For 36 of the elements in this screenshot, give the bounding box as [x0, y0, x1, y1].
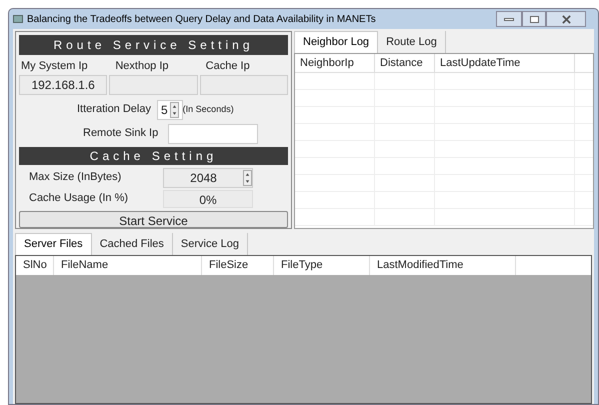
close-button[interactable] [546, 11, 586, 27]
field-label: Itteration Delay [77, 102, 151, 118]
tab[interactable]: Server Files [15, 233, 92, 255]
column-header[interactable]: FileSize [202, 256, 274, 275]
field-label: Cache Usage (In %) [29, 191, 130, 206]
column-header[interactable]: FileType [274, 256, 370, 275]
close-icon [562, 14, 570, 24]
window-title: Balancing the Tradeoffs between Query Delay and Data Availability in MANETs [27, 12, 377, 26]
column-header[interactable]: SlNo [16, 256, 54, 275]
column-header[interactable]: NeighborIp [295, 54, 375, 72]
maximize-button[interactable] [522, 11, 546, 27]
column-header[interactable]: FileName [54, 256, 202, 275]
spinner-arrows-icon[interactable] [243, 170, 252, 186]
field-label: Cache Ip [204, 59, 251, 74]
minimize-button[interactable] [496, 11, 522, 27]
app-icon [13, 15, 23, 23]
unit-label: (In Seconds) [182, 102, 234, 116]
delay-spinner[interactable]: 5 [156, 100, 183, 120]
ip-field[interactable] [109, 74, 198, 94]
column-header[interactable]: LastModifiedTime [370, 256, 516, 275]
ip-field[interactable] [200, 74, 288, 94]
ip-field[interactable]: 192.168.1.6 [19, 74, 108, 94]
tab[interactable]: Neighbor Log [294, 31, 378, 53]
column-header[interactable]: LastUpdateTime [435, 54, 575, 72]
field-label: Remote Sink Ip [83, 126, 158, 142]
section-heading: Cache Setting [19, 146, 288, 164]
field-label: My System Ip [20, 59, 89, 74]
max-size-spinner[interactable]: 2048 [163, 168, 253, 188]
field-label: Max Size (InBytes) [29, 170, 122, 186]
field-label: Nexthop Ip [114, 59, 170, 74]
start-service-button[interactable]: Start Service [19, 210, 288, 228]
spinner-arrows-icon[interactable] [170, 102, 179, 118]
section-heading: Route Service Setting [19, 35, 288, 55]
cache-usage-field: 0% [163, 190, 253, 208]
column-header[interactable]: Distance [375, 54, 435, 72]
remote-sink-field[interactable] [168, 124, 258, 144]
